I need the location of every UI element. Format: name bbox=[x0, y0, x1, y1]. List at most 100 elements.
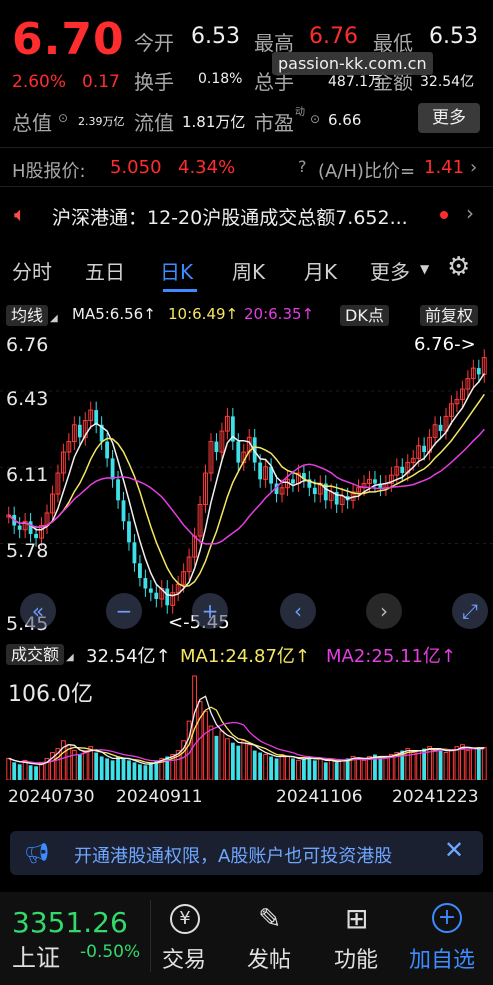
pe-info-icon[interactable]: ⊙ bbox=[310, 112, 320, 126]
watermark: passion-kk.com.cn bbox=[272, 52, 433, 75]
volume-bar bbox=[263, 753, 269, 780]
candle-body bbox=[121, 500, 126, 522]
help-icon[interactable]: ? bbox=[298, 157, 307, 176]
ma10-value: 10:6.49↑ bbox=[168, 305, 239, 323]
volume-bar bbox=[312, 760, 317, 780]
candle-body bbox=[214, 441, 219, 453]
y-tick-label: 5.78 bbox=[6, 540, 49, 562]
grid-icon[interactable]: ⊞ bbox=[345, 902, 368, 935]
volume-bar bbox=[6, 757, 12, 780]
index-pct: -0.50% bbox=[80, 942, 141, 962]
adjust-button[interactable]: 前复权 bbox=[420, 302, 479, 326]
hshare-price: 5.050 bbox=[110, 157, 162, 178]
candle-body bbox=[165, 588, 170, 606]
volume-bar bbox=[99, 756, 104, 780]
gear-icon[interactable]: ⚙ bbox=[447, 252, 470, 282]
active-tab-indicator bbox=[163, 289, 197, 292]
nav-functions[interactable]: 功能 bbox=[334, 942, 378, 974]
pe-value: 6.66 bbox=[328, 111, 362, 129]
tab-intraday[interactable]: 分时 bbox=[12, 256, 52, 285]
volume-bar bbox=[230, 742, 235, 780]
volume-bar bbox=[12, 762, 17, 780]
x-tick-label: 20241106 bbox=[276, 787, 363, 807]
pe-dynamic-mark: 动 bbox=[295, 107, 305, 118]
tab-five-day[interactable]: 五日 bbox=[85, 256, 125, 285]
yuan-icon[interactable]: ¥ bbox=[170, 904, 200, 934]
high-marker: 6.76-> bbox=[414, 334, 476, 355]
market-cap-label: 总值 bbox=[12, 111, 52, 135]
volume-bar bbox=[94, 752, 99, 780]
chevron-right-icon[interactable]: › bbox=[470, 157, 477, 178]
volume-bar bbox=[252, 750, 257, 780]
x-tick-label: 20241223 bbox=[392, 787, 479, 807]
tab-monthly[interactable]: 月K bbox=[304, 256, 337, 285]
volume-bar bbox=[438, 748, 443, 780]
last-price: 6.70 bbox=[12, 14, 125, 65]
index-value[interactable]: 3351.26 bbox=[12, 906, 128, 939]
volume-bar bbox=[77, 754, 82, 780]
zoom-out-icon[interactable]: − bbox=[106, 593, 142, 629]
step-right-icon[interactable]: › bbox=[366, 593, 402, 629]
candlestick-chart[interactable] bbox=[0, 330, 493, 635]
tab-more[interactable]: 更多 bbox=[370, 256, 410, 285]
volume-bar bbox=[443, 752, 449, 780]
volume-bar bbox=[307, 756, 312, 780]
volume-bar bbox=[470, 748, 476, 780]
volume-bar bbox=[301, 758, 306, 780]
candle-body bbox=[236, 441, 241, 463]
volume-bar bbox=[203, 710, 208, 780]
banner-text: 开通港股通权限，A股账户也可投资港股 bbox=[74, 846, 393, 867]
candle-body bbox=[476, 368, 481, 375]
turnover-value: 0.18% bbox=[198, 71, 243, 87]
nav-post[interactable]: 发帖 bbox=[247, 942, 291, 974]
close-icon[interactable]: ✕ bbox=[444, 836, 464, 864]
dk-point-button[interactable]: DK点 bbox=[340, 302, 389, 326]
volume-bar bbox=[279, 753, 285, 780]
volume-bar bbox=[285, 755, 290, 780]
candle-body bbox=[28, 521, 33, 534]
volume-bar bbox=[454, 746, 460, 780]
low-value: 6.53 bbox=[429, 24, 478, 49]
edit-icon[interactable]: ✎ bbox=[258, 902, 281, 935]
nav-trade[interactable]: 交易 bbox=[162, 942, 206, 974]
volume-bar bbox=[465, 750, 471, 780]
volume-bar bbox=[214, 735, 219, 780]
open-value: 6.53 bbox=[191, 24, 240, 49]
promo-banner[interactable]: 📢︎ 开通港股通权限，A股账户也可投资港股 ✕ bbox=[10, 831, 483, 875]
candle-body bbox=[373, 479, 377, 484]
caret-down-icon: ▼ bbox=[420, 262, 430, 276]
index-name[interactable]: 上证 bbox=[12, 938, 60, 973]
turnover-label: 换手 bbox=[134, 70, 174, 94]
tab-weekly[interactable]: 周K bbox=[232, 256, 265, 285]
candle-body bbox=[422, 445, 427, 453]
candle-body bbox=[143, 578, 148, 589]
expand-icon[interactable]: ⤢ bbox=[452, 593, 488, 629]
tab-daily[interactable]: 日K bbox=[160, 256, 193, 285]
volume-bar bbox=[105, 758, 110, 780]
nav-add-watchlist[interactable]: 加自选 bbox=[409, 942, 475, 974]
candle-body bbox=[116, 479, 120, 501]
volume-bar bbox=[345, 758, 350, 780]
candle-body bbox=[132, 542, 137, 564]
volume-bar bbox=[476, 747, 481, 780]
more-button[interactable]: 更多 bbox=[418, 103, 480, 133]
volume-mode-selector[interactable]: 成交额 ◢ bbox=[6, 641, 74, 665]
speaker-icon: 🔈︎ bbox=[14, 202, 26, 226]
ma-mode-selector[interactable]: 均线 ◢ bbox=[6, 302, 58, 326]
volume-bar bbox=[328, 759, 334, 780]
volume-ma1: MA1:24.87亿↑ bbox=[180, 646, 310, 667]
step-left-icon[interactable]: ‹ bbox=[280, 593, 316, 629]
volume-amount: 32.54亿↑ bbox=[86, 646, 171, 667]
volume-bar bbox=[22, 759, 28, 780]
notice-text: 沪深港通：12-20沪股通成交总额7.652... bbox=[52, 207, 408, 229]
scroll-left-icon[interactable]: « bbox=[20, 593, 56, 629]
plus-circle-icon[interactable]: + bbox=[432, 903, 462, 933]
volume-bar bbox=[296, 759, 301, 780]
volume-bar bbox=[459, 744, 465, 780]
zoom-in-icon[interactable]: + bbox=[192, 593, 228, 629]
volume-bar bbox=[241, 740, 247, 780]
notice-bar[interactable]: 🔈︎ 沪深港通：12-20沪股通成交总额7.652... › bbox=[0, 194, 493, 236]
info-icon[interactable]: ⊙ bbox=[58, 111, 68, 125]
volume-bar bbox=[197, 701, 203, 780]
hshare-label: H股报价: bbox=[12, 161, 86, 182]
